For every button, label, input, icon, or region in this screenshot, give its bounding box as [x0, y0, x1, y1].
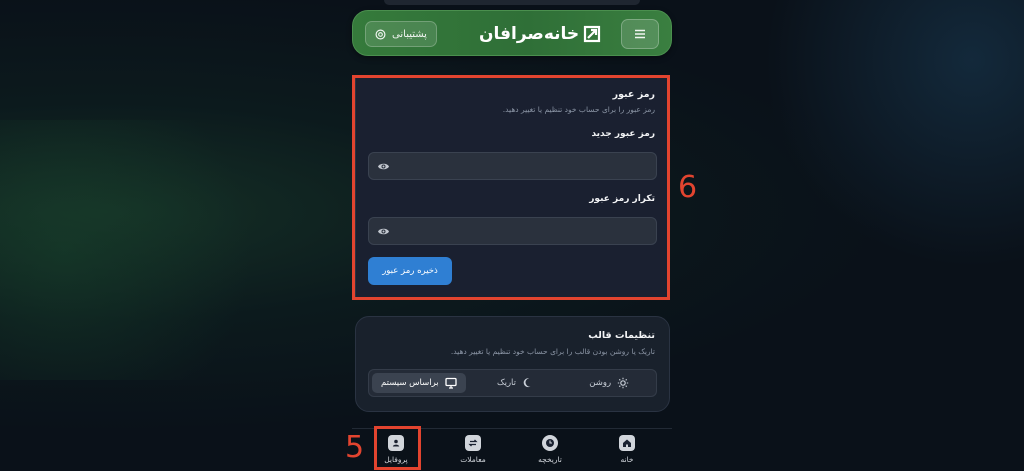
confirm-password-label: تکرار رمز عبور [589, 194, 655, 204]
theme-card-description: تاریک یا روشن بودن قالب را برای حساب خود… [450, 347, 655, 356]
eye-icon[interactable] [377, 226, 390, 237]
moon-icon [523, 378, 531, 388]
nav-label-trades: معاملات [460, 455, 486, 464]
annotation-number-5: 5 [345, 430, 365, 465]
eye-icon[interactable] [377, 161, 390, 172]
app-column: پشتیبانی خانه‌صرافان رمز عبور رمز عبور ر… [352, 0, 672, 471]
user-icon [388, 435, 404, 451]
theme-option-light[interactable]: روشن [562, 370, 656, 396]
nav-label-profile: پروفایل [384, 455, 408, 464]
clock-icon [542, 435, 558, 451]
nav-item-trades[interactable]: معاملات [443, 435, 503, 464]
theme-card: تنظیمات قالب تاریک یا روشن بودن قالب را … [355, 316, 670, 412]
theme-option-system-label: براساس سیستم [380, 378, 439, 388]
new-password-label: رمز عبور جدید [591, 129, 655, 139]
nav-item-history[interactable]: تاریخچه [520, 435, 580, 464]
logo-mark-icon [584, 25, 601, 43]
theme-option-dark-label: تاریک [496, 378, 517, 388]
nav-item-profile[interactable]: پروفایل [366, 435, 426, 464]
background-glow-left [0, 120, 320, 380]
new-password-field[interactable] [368, 152, 657, 180]
brand-name: خانه‌صرافان [479, 24, 580, 44]
theme-card-title: تنظیمات قالب [588, 330, 655, 341]
new-password-input[interactable] [399, 153, 649, 179]
confirm-password-field[interactable] [368, 217, 657, 245]
menu-button[interactable] [621, 19, 659, 49]
theme-option-dark[interactable]: تاریک [469, 370, 563, 396]
bottom-navigation: خانه تاریخچه معاملات پروفایل [352, 428, 672, 471]
nav-label-home: خانه [620, 455, 634, 464]
previous-card-edge [384, 0, 640, 5]
password-card-description: رمز عبور را برای حساب خود تنظیم یا تغییر… [502, 105, 655, 114]
theme-option-system[interactable]: براساس سیستم [371, 373, 466, 393]
brand-logo[interactable]: خانه‌صرافان [479, 22, 601, 46]
theme-option-light-label: روشن [589, 378, 612, 388]
nav-item-home[interactable]: خانه [597, 435, 657, 464]
app-header: پشتیبانی خانه‌صرافان [352, 10, 672, 56]
sun-icon [617, 377, 629, 389]
exchange-icon [465, 435, 481, 451]
password-card-title: رمز عبور [612, 89, 655, 100]
support-label: پشتیبانی [392, 28, 427, 40]
annotation-number-6: 6 [678, 170, 698, 205]
support-button[interactable]: پشتیبانی [365, 21, 437, 47]
support-icon [375, 29, 386, 39]
confirm-password-input[interactable] [399, 218, 649, 244]
monitor-icon [445, 377, 457, 389]
theme-selector: روشن تاریک براساس سیستم [368, 369, 657, 397]
nav-label-history: تاریخچه [538, 455, 562, 464]
background-glow-right [764, 0, 1024, 300]
hamburger-menu-icon [635, 29, 645, 39]
save-password-button[interactable]: ذخیره رمز عبور [368, 257, 452, 285]
password-card: رمز عبور رمز عبور را برای حساب خود تنظیم… [355, 76, 670, 299]
home-icon [619, 435, 635, 451]
